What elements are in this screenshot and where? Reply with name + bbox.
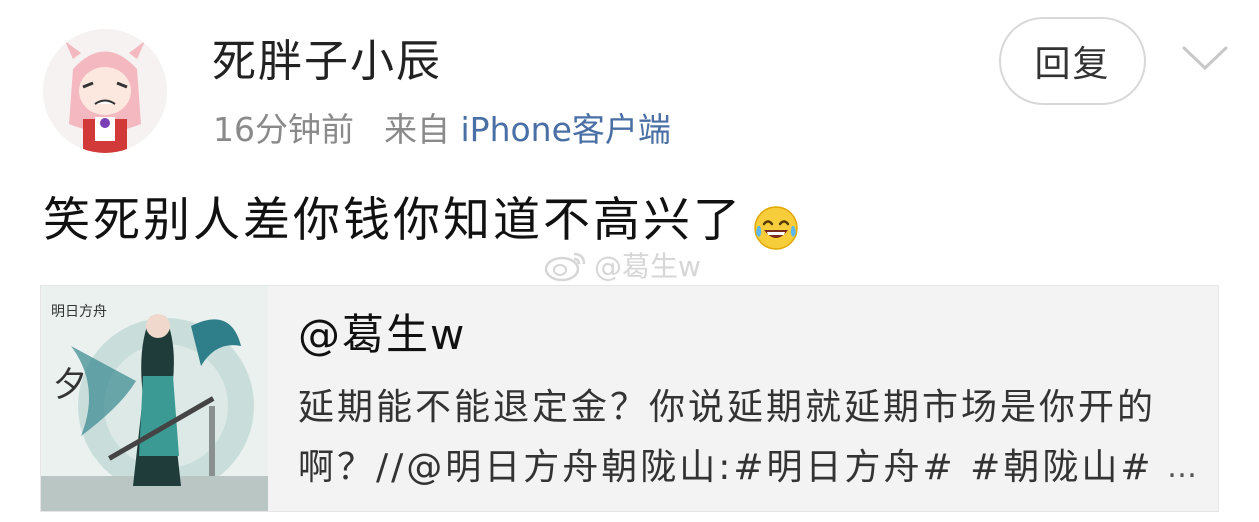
username[interactable]: 死胖子小辰 (212, 36, 442, 88)
post-text: 笑死别人差你钱你知道不高兴了 (43, 193, 743, 248)
source-link[interactable]: iPhone客户端 (461, 110, 671, 149)
chevron-down-icon[interactable] (1180, 38, 1230, 78)
quoted-text-line-2: 啊？//@明日方舟朝陇山:#明日方舟# #朝陇山# (298, 447, 1154, 488)
quoted-post-thumbnail[interactable]: 明日方舟 夕 (41, 286, 268, 511)
avatar-image (43, 29, 167, 153)
watermark-text: @葛生w (594, 250, 701, 283)
reply-button[interactable]: 回复 (999, 17, 1146, 105)
post-meta: 16分钟前 来自 iPhone客户端 (213, 108, 671, 152)
weibo-logo-icon (544, 252, 586, 282)
quoted-text-line-1: 延期能不能退定金？你说延期就延期市场是你开的 (298, 387, 1157, 428)
quoted-ellipsis: … (1167, 450, 1197, 485)
figure-image: 明日方舟 夕 (41, 286, 268, 511)
thumb-char: 夕 (53, 365, 87, 405)
laughing-tears-icon (754, 206, 798, 250)
quoted-author[interactable]: @葛生w (298, 309, 466, 361)
quoted-post-card[interactable]: 明日方舟 夕 @葛生w 延期能不能退定金？你说延期就延期市场是你开的 啊？//@… (40, 285, 1219, 512)
post-time: 16分钟前 (213, 110, 354, 149)
avatar[interactable] (43, 29, 167, 153)
source-prefix: 来自 (384, 110, 450, 149)
watermark: @葛生w (544, 246, 701, 284)
thumb-brand: 明日方舟 (51, 304, 107, 320)
